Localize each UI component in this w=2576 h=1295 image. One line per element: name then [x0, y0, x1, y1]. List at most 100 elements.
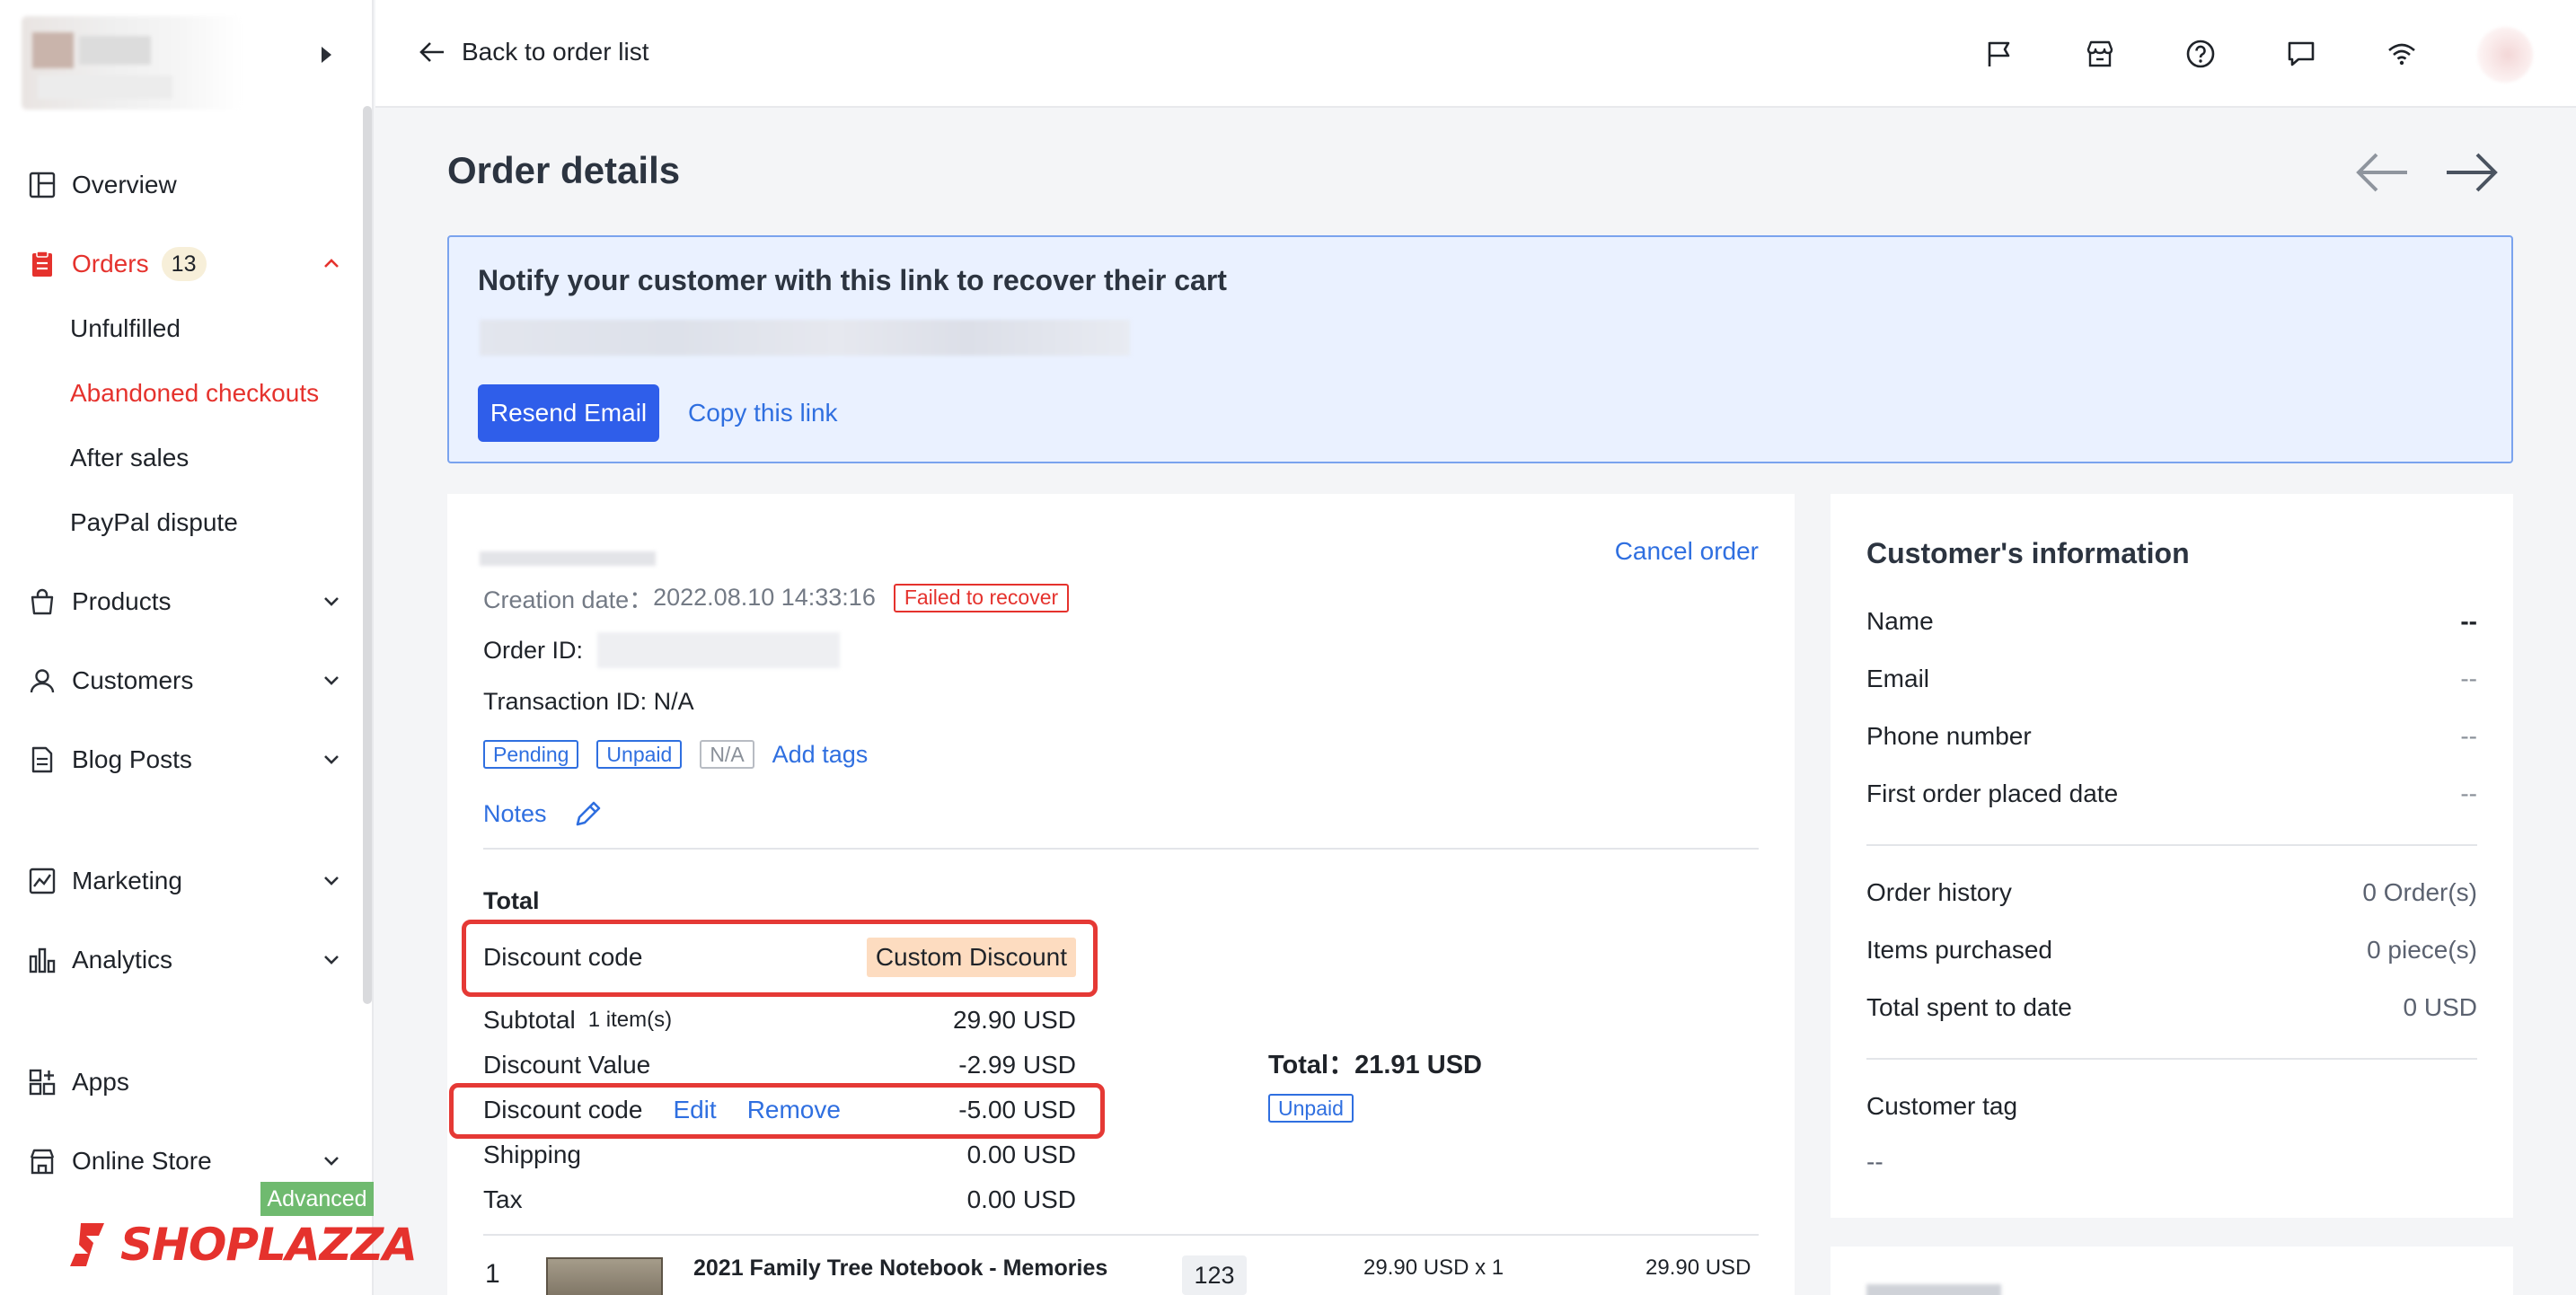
customer-tag-value: -- — [1866, 1148, 1883, 1176]
help-icon[interactable] — [2181, 34, 2220, 74]
product-line-item[interactable]: 1 2021 Family Tree Notebook - Memories 1… — [483, 1252, 1759, 1295]
name-label: Name — [1866, 607, 1934, 635]
discount-code-value: -5.00 USD — [958, 1096, 1076, 1123]
customer-name-row: Name -- — [1866, 607, 2477, 636]
chevron-down-icon[interactable] — [320, 1149, 343, 1172]
notes-row: Notes — [483, 797, 604, 830]
email-value: -- — [2460, 665, 2477, 692]
tax-row: Tax 0.00 USD — [483, 1182, 1076, 1218]
secondary-card — [1831, 1247, 2513, 1295]
order-history-row: Order history 0 Order(s) — [1866, 878, 2477, 907]
order-history-label: Order history — [1866, 878, 2012, 906]
nav-overview[interactable]: Overview — [27, 163, 343, 207]
payment-status-badge: Unpaid — [1268, 1094, 1354, 1123]
sidebar-scrollbar[interactable] — [363, 106, 372, 1004]
nav-label: Analytics — [72, 946, 173, 973]
chevron-down-icon[interactable] — [320, 668, 343, 692]
analytics-icon — [27, 945, 57, 975]
nav-customers[interactable]: Customers — [27, 659, 343, 702]
product-price-qty: 29.90 USD x 1 — [1363, 1255, 1504, 1280]
remove-discount-link[interactable]: Remove — [747, 1096, 841, 1124]
customer-phone-row: Phone number -- — [1866, 722, 2477, 751]
nav-blog-posts[interactable]: Blog Posts — [27, 738, 343, 781]
nav-online-store[interactable]: Online Store — [27, 1140, 343, 1183]
tax-value: 0.00 USD — [966, 1185, 1076, 1213]
shoplazza-logo-icon — [70, 1223, 104, 1266]
edit-pencil-icon[interactable] — [572, 797, 604, 830]
overview-icon — [27, 170, 57, 200]
customer-info-card: Customer's information Name -- Email -- … — [1831, 494, 2513, 1218]
secondary-card-title-redacted — [1866, 1284, 2001, 1295]
chevron-down-icon[interactable] — [320, 589, 343, 612]
tax-label: Tax — [483, 1185, 523, 1213]
divider — [483, 848, 1759, 850]
edit-discount-link[interactable]: Edit — [673, 1096, 716, 1124]
nav-products[interactable]: Products — [27, 580, 343, 623]
divider — [1866, 844, 2477, 846]
plan-badge: Advanced — [260, 1182, 374, 1216]
next-order-arrow-icon[interactable] — [2441, 147, 2501, 198]
product-sku: 123 — [1182, 1255, 1247, 1295]
brand-name: SHOPLAZZA — [120, 1219, 418, 1271]
products-icon — [27, 586, 57, 617]
cancel-order-button[interactable]: Cancel order — [1615, 537, 1759, 566]
unpaid-tag: Unpaid — [596, 740, 683, 769]
product-name[interactable]: 2021 Family Tree Notebook - Memories — [693, 1255, 1107, 1282]
discount-code-edit-row: Discount code Edit Remove -5.00 USD — [483, 1092, 1076, 1128]
previous-order-arrow-icon[interactable] — [2353, 147, 2413, 198]
divider — [1866, 1058, 2477, 1060]
chevron-down-icon[interactable] — [320, 868, 343, 892]
items-purchased-value: 0 piece(s) — [2367, 936, 2477, 964]
wifi-icon[interactable] — [2382, 34, 2422, 74]
customer-first-order-row: First order placed date -- — [1866, 780, 2477, 808]
na-tag: N/A — [700, 740, 754, 769]
blog-posts-icon — [27, 744, 57, 775]
sidebar-item-unfulfilled[interactable]: Unfulfilled — [70, 309, 181, 348]
store-icon[interactable] — [2080, 34, 2120, 74]
expand-store-icon[interactable] — [322, 47, 331, 63]
chevron-up-icon[interactable] — [320, 251, 343, 275]
product-thumbnail — [546, 1257, 663, 1295]
status-badge: Failed to recover — [893, 583, 1070, 612]
subtotal-row: Subtotal 1 item(s) 29.90 USD — [483, 1002, 1076, 1038]
resend-email-button[interactable]: Resend Email — [478, 384, 659, 442]
customer-email-row: Email -- — [1866, 665, 2477, 693]
phone-value: -- — [2460, 722, 2477, 750]
brand-logo[interactable]: SHOPLAZZA — [68, 1216, 418, 1273]
copy-link-button[interactable]: Copy this link — [688, 399, 838, 427]
subtotal-label: Subtotal — [483, 1006, 576, 1034]
name-value: -- — [2460, 607, 2477, 635]
sidebar-item-after-sales[interactable]: After sales — [70, 438, 189, 478]
items-purchased-row: Items purchased 0 piece(s) — [1866, 936, 2477, 965]
chat-icon[interactable] — [2281, 34, 2321, 74]
back-to-order-list-link[interactable]: Back to order list — [419, 34, 649, 70]
discount-value-label: Discount Value — [483, 1051, 651, 1079]
chevron-down-icon[interactable] — [320, 947, 343, 971]
email-label: Email — [1866, 665, 1930, 692]
avatar[interactable] — [2477, 27, 2533, 83]
nav-marketing[interactable]: Marketing — [27, 859, 343, 903]
store-logo[interactable] — [22, 16, 243, 110]
page-title: Order details — [447, 149, 681, 191]
nav-label: Customers — [72, 666, 194, 694]
nav-analytics[interactable]: Analytics — [27, 938, 343, 982]
total-spent-value: 0 USD — [2403, 993, 2477, 1021]
nav-orders[interactable]: Orders 13 — [27, 242, 343, 286]
discount-code-label: Discount code — [483, 1096, 643, 1123]
phone-label: Phone number — [1866, 722, 2032, 750]
flag-icon[interactable] — [1980, 34, 2019, 74]
add-tags-link[interactable]: Add tags — [772, 741, 869, 769]
banner-title: Notify your customer with this link to r… — [478, 264, 1227, 296]
orders-icon — [27, 249, 57, 279]
sidebar-item-paypal-dispute[interactable]: PayPal dispute — [70, 503, 238, 542]
nav-apps[interactable]: Apps — [27, 1061, 343, 1104]
custom-discount-chip: Custom Discount — [866, 938, 1076, 977]
nav-label: Apps — [72, 1068, 129, 1096]
chevron-down-icon[interactable] — [320, 747, 343, 771]
sidebar-item-abandoned-checkouts[interactable]: Abandoned checkouts — [70, 374, 319, 413]
grand-total: Total：21.91 USD — [1268, 1051, 1482, 1079]
notes-link[interactable]: Notes — [483, 800, 547, 828]
first-order-label: First order placed date — [1866, 780, 2119, 807]
order-history-value: 0 Order(s) — [2362, 878, 2477, 906]
arrow-left-icon — [419, 42, 444, 62]
